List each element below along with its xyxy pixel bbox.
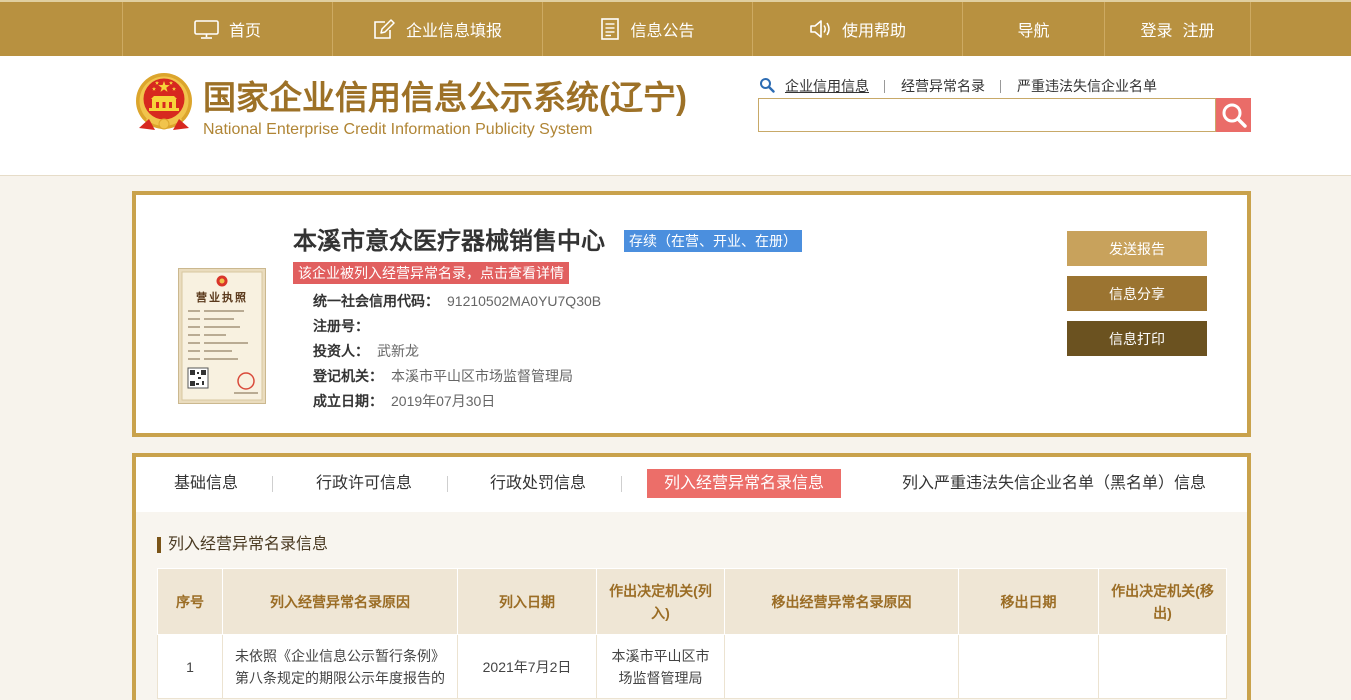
field-value: 本溪市平山区市场监督管理局 bbox=[391, 368, 573, 384]
nav-item-label: 首页 bbox=[228, 23, 261, 40]
field-label: 投资人： bbox=[313, 343, 369, 359]
field-value: 2019年07月30日 bbox=[391, 393, 496, 409]
field-label: 注册号： bbox=[313, 318, 369, 334]
company-name: 本溪市意众医疗器械销售中心 bbox=[293, 228, 605, 255]
column-header: 移出日期 bbox=[958, 568, 1099, 635]
field-row-investor: 投资人： 武新龙 bbox=[313, 339, 601, 364]
detail-tab-bar: 基础信息 行政许可信息 行政处罚信息 列入经营异常名录信息 列入严重违法失信企业… bbox=[136, 457, 1247, 512]
tab-abnormal-list[interactable]: 列入经营异常名录信息 bbox=[647, 469, 841, 498]
nav-item-label: 信息公告 bbox=[630, 23, 695, 40]
tab-admin-penalty[interactable]: 行政处罚信息 bbox=[482, 469, 594, 498]
column-header: 序号 bbox=[157, 568, 223, 635]
search-tab-blacklist[interactable]: 严重违法失信企业名单 bbox=[1017, 76, 1157, 96]
table-cell: 1 bbox=[157, 634, 223, 699]
search-tab-divider bbox=[884, 80, 885, 93]
license-title-text: 营业执照 bbox=[196, 290, 248, 304]
abnormal-list-table: 序号 列入经营异常名录原因 列入日期 作出决定机关(列入) 移出经营异常名录原因… bbox=[157, 568, 1227, 699]
search-icon bbox=[759, 77, 775, 93]
tab-divider bbox=[621, 476, 622, 492]
edit-icon bbox=[373, 18, 396, 40]
national-emblem-icon bbox=[133, 72, 195, 136]
table-cell: 2021年7月2日 bbox=[457, 634, 597, 699]
top-nav: 首页 企业信息填报 信息公告 使用帮助 导航 登录 注册 bbox=[0, 0, 1351, 56]
section-title-text: 列入经营异常名录信息 bbox=[168, 536, 329, 553]
nav-item-navigation[interactable]: 导航 bbox=[962, 2, 1104, 56]
table-cell bbox=[958, 634, 1099, 699]
nav-item-help[interactable]: 使用帮助 bbox=[752, 2, 962, 56]
table-header-row: 序号 列入经营异常名录原因 列入日期 作出决定机关(列入) 移出经营异常名录原因… bbox=[157, 568, 1227, 635]
status-badge: 存续（在营、开业、在册） bbox=[624, 230, 802, 252]
column-header: 移出经营异常名录原因 bbox=[724, 568, 959, 635]
tab-blacklist[interactable]: 列入严重违法失信企业名单（黑名单）信息 bbox=[888, 469, 1220, 498]
company-fields: 统一社会信用代码： 91210502MA0YU7Q30B 注册号： 投资人： 武… bbox=[313, 289, 601, 414]
nav-item-home[interactable]: 首页 bbox=[122, 2, 332, 56]
nav-auth: 登录 注册 bbox=[1104, 2, 1251, 56]
tab-basic-info[interactable]: 基础信息 bbox=[166, 469, 246, 498]
field-label: 登记机关： bbox=[313, 368, 383, 384]
table-cell: 未依照《企业信息公示暂行条例》第八条规定的期限公示年度报告的 bbox=[222, 634, 458, 699]
detail-card: 基础信息 行政许可信息 行政处罚信息 列入经营异常名录信息 列入严重违法失信企业… bbox=[132, 453, 1251, 700]
nav-item-info-filing[interactable]: 企业信息填报 bbox=[332, 2, 542, 56]
field-value: 91210502MA0YU7Q30B bbox=[447, 293, 602, 309]
tab-divider bbox=[272, 476, 273, 492]
site-header: 国家企业信用信息公示系统(辽宁) National Enterprise Cre… bbox=[0, 56, 1351, 176]
print-info-button[interactable]: 信息打印 bbox=[1067, 321, 1207, 356]
field-row-established-date: 成立日期： 2019年07月30日 bbox=[313, 389, 601, 414]
field-row-registration-number: 注册号： bbox=[313, 314, 601, 339]
field-row-registration-authority: 登记机关： 本溪市平山区市场监督管理局 bbox=[313, 364, 601, 389]
search-input[interactable] bbox=[758, 98, 1216, 132]
tab-divider bbox=[447, 476, 448, 492]
company-summary-card: 营业执照 本溪市意众医疗器械销售中心 存续（在营、开业、在册） 该企业被列入经营… bbox=[132, 191, 1251, 437]
section-title-bar bbox=[157, 537, 161, 553]
nav-item-label: 使用帮助 bbox=[841, 23, 906, 40]
abnormal-list-alert-link[interactable]: 该企业被列入经营异常名录，点击查看详情 bbox=[293, 262, 569, 284]
register-link[interactable]: 注册 bbox=[1183, 17, 1215, 41]
search-tab-credit-info[interactable]: 企业信用信息 bbox=[785, 76, 869, 96]
search-tab-divider bbox=[1000, 80, 1001, 93]
tab-admin-license[interactable]: 行政许可信息 bbox=[308, 469, 420, 498]
table-cell: 本溪市平山区市场监督管理局 bbox=[596, 634, 725, 699]
column-header: 列入经营异常名录原因 bbox=[222, 568, 458, 635]
share-info-button[interactable]: 信息分享 bbox=[1067, 276, 1207, 311]
site-title: 国家企业信用信息公示系统(辽宁) bbox=[203, 79, 687, 116]
table-cell bbox=[1098, 634, 1227, 699]
login-link[interactable]: 登录 bbox=[1140, 17, 1172, 41]
section-title: 列入经营异常名录信息 bbox=[157, 536, 328, 554]
detail-content: 列入经营异常名录信息 序号 列入经营异常名录原因 列入日期 作出决定机关(列入)… bbox=[136, 512, 1247, 700]
table-row: 1 未依照《企业信息公示暂行条例》第八条规定的期限公示年度报告的 2021年7月… bbox=[157, 634, 1227, 699]
column-header: 列入日期 bbox=[457, 568, 597, 635]
nav-item-label: 导航 bbox=[1017, 23, 1050, 40]
table-cell bbox=[724, 634, 959, 699]
site-subtitle: National Enterprise Credit Information P… bbox=[203, 121, 593, 138]
field-value: 武新龙 bbox=[377, 343, 419, 359]
column-header: 作出决定机关(移出) bbox=[1098, 568, 1227, 635]
document-icon bbox=[600, 18, 620, 40]
search-icon bbox=[1222, 103, 1247, 128]
field-label: 成立日期： bbox=[313, 393, 383, 409]
field-label: 统一社会信用代码： bbox=[313, 293, 439, 309]
field-row-credit-code: 统一社会信用代码： 91210502MA0YU7Q30B bbox=[313, 289, 601, 314]
search-tab-abnormal-list[interactable]: 经营异常名录 bbox=[901, 76, 985, 96]
business-license-thumbnail[interactable]: 营业执照 bbox=[178, 268, 266, 404]
monitor-icon bbox=[194, 19, 219, 39]
nav-item-label: 企业信息填报 bbox=[405, 23, 502, 40]
search-button[interactable] bbox=[1216, 98, 1251, 132]
send-report-button[interactable]: 发送报告 bbox=[1067, 231, 1207, 266]
nav-item-announcements[interactable]: 信息公告 bbox=[542, 2, 752, 56]
speaker-icon bbox=[809, 19, 832, 39]
column-header: 作出决定机关(列入) bbox=[596, 568, 725, 635]
